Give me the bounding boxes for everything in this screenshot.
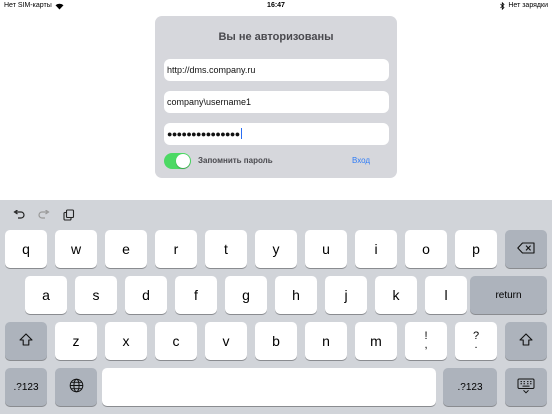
on-screen-keyboard: q w e r t y u i o p a s d f g h j k l re… [0,200,552,414]
key-label-bottom: . [474,339,478,351]
key-label: k [392,287,400,303]
key-label: d [142,287,150,303]
key-k[interactable]: k [375,276,417,314]
shift-icon [19,333,33,349]
key-label: g [242,287,250,303]
key-label: q [22,241,30,257]
key-v[interactable]: v [205,322,247,360]
key-h[interactable]: h [275,276,317,314]
password-field[interactable]: ●●●●●●●●●●●●●●● [164,123,389,145]
key-g[interactable]: g [225,276,267,314]
username-field[interactable]: company\username1 [164,91,389,113]
key-label: o [422,241,430,257]
clock: 16:47 [267,2,285,9]
redo-icon[interactable] [36,208,52,222]
key-m[interactable]: m [355,322,397,360]
dialog-title: Вы не авторизованы [218,31,334,43]
key-label: u [322,241,330,257]
login-button[interactable]: Вход [352,156,370,165]
space-key[interactable] [102,368,436,406]
key-label: x [122,333,130,349]
key-l[interactable]: l [425,276,467,314]
key-u[interactable]: u [305,230,347,268]
key-label: f [194,287,198,303]
key-question-period[interactable]: ? . [455,322,497,360]
key-label: r [173,241,179,257]
return-key[interactable]: return [470,276,547,314]
paste-icon[interactable] [61,208,77,222]
key-e[interactable]: e [105,230,147,268]
key-label: z [72,333,80,349]
key-y[interactable]: y [255,230,297,268]
key-label: l [444,287,448,303]
key-label: p [472,241,480,257]
key-q[interactable]: q [5,230,47,268]
remember-password-label: Запомнить пароль [198,156,273,165]
key-label: y [272,241,280,257]
key-f[interactable]: f [175,276,217,314]
battery-label: Нет зарядки [508,2,548,9]
keyboard-dismiss-key[interactable] [505,368,547,406]
remember-password-toggle[interactable] [164,153,191,169]
key-label: v [222,333,230,349]
key-label: j [344,287,348,303]
key-label: a [42,287,50,303]
toggle-knob [176,154,190,168]
key-label: e [122,241,130,257]
password-value: ●●●●●●●●●●●●●●● [167,129,240,139]
bluetooth-icon [500,1,505,11]
key-label: s [92,287,100,303]
key-s[interactable]: s [75,276,117,314]
shift-icon [519,333,533,349]
shift-key-left[interactable] [5,322,47,360]
shift-key-right[interactable] [505,322,547,360]
numbers-label: .?123 [457,381,483,393]
return-label: return [495,289,522,301]
globe-key[interactable] [55,368,97,406]
key-label: m [370,333,382,349]
undo-icon[interactable] [11,208,27,222]
globe-icon [69,378,84,396]
numbers-key-right[interactable]: .?123 [443,368,497,406]
login-dialog: Вы не авторизованы http://dms.company.ru… [155,16,397,178]
key-label: w [70,241,82,257]
key-j[interactable]: j [325,276,367,314]
key-exclaim-comma[interactable]: ! , [405,322,447,360]
numbers-key-left[interactable]: .?123 [5,368,47,406]
key-t[interactable]: t [205,230,247,268]
key-label: c [172,333,180,349]
key-w[interactable]: w [55,230,97,268]
backspace-key[interactable] [505,230,547,268]
backspace-icon [517,241,535,257]
key-i[interactable]: i [355,230,397,268]
key-r[interactable]: r [155,230,197,268]
key-p[interactable]: p [455,230,497,268]
key-x[interactable]: x [105,322,147,360]
key-label: b [272,333,280,349]
key-c[interactable]: c [155,322,197,360]
key-b[interactable]: b [255,322,297,360]
key-label-bottom: , [424,339,428,351]
numbers-label: .?123 [13,381,39,393]
server-url-field[interactable]: http://dms.company.ru [164,59,389,81]
key-z[interactable]: z [55,322,97,360]
key-a[interactable]: a [25,276,67,314]
key-n[interactable]: n [305,322,347,360]
key-label: n [322,333,330,349]
text-caret [240,128,242,139]
key-label: t [224,241,228,257]
key-label: h [292,287,300,303]
key-label: i [374,241,378,257]
key-o[interactable]: o [405,230,447,268]
key-d[interactable]: d [125,276,167,314]
status-bar: Нет SIM-карты 16:47 Нет зарядки [0,0,552,12]
keyboard-dismiss-icon [517,378,535,397]
